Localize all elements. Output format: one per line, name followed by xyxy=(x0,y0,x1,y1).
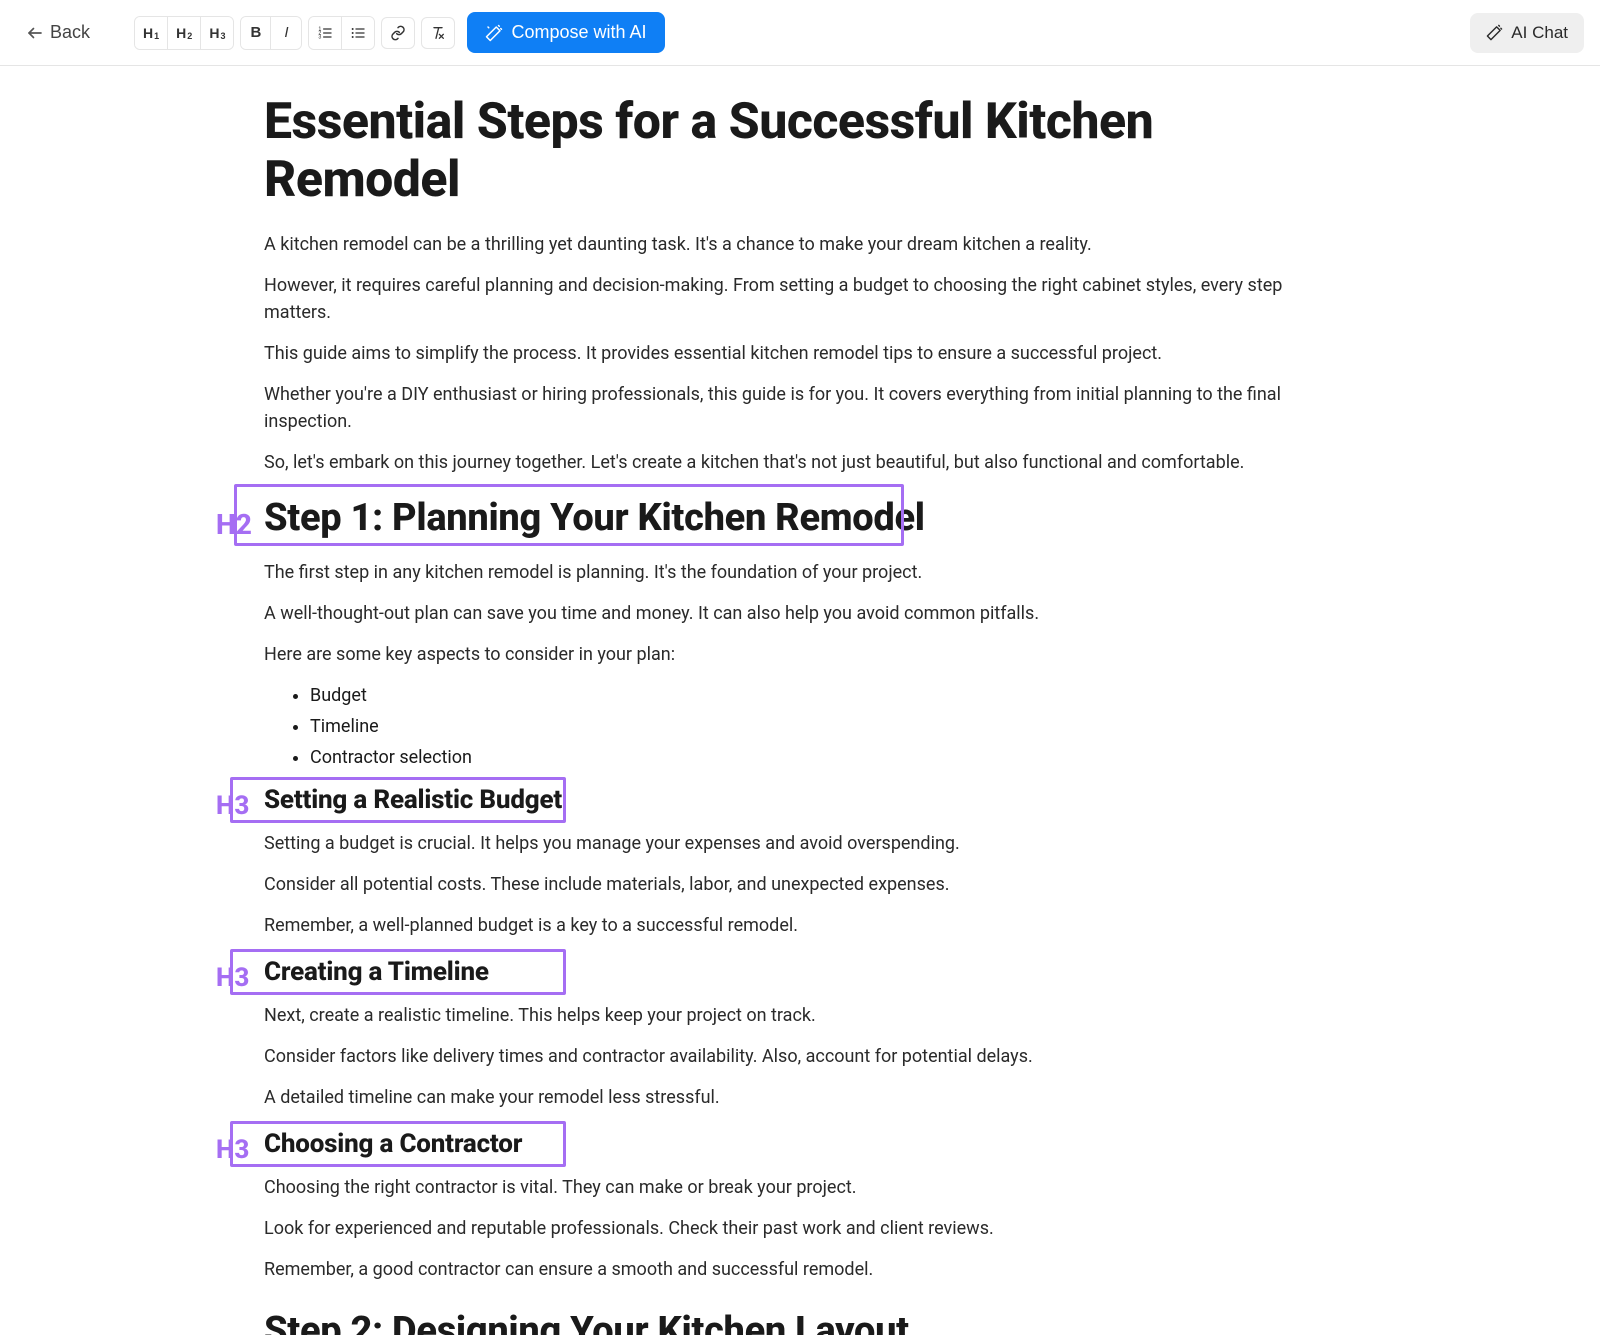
ordered-list-icon: 123 xyxy=(317,25,333,41)
format-group: B I xyxy=(240,16,302,50)
annotation-box xyxy=(234,484,904,546)
unordered-list-icon xyxy=(350,25,366,41)
list-item: Contractor selection xyxy=(310,744,1336,771)
document-content[interactable]: Essential Steps for a Successful Kitchen… xyxy=(240,66,1360,1335)
back-button[interactable]: Back xyxy=(16,16,100,49)
magic-wand-icon xyxy=(485,24,503,42)
heading-group: H1 H2 H3 xyxy=(134,16,234,50)
paragraph: Consider factors like delivery times and… xyxy=(264,1043,1336,1070)
paragraph: Consider all potential costs. These incl… xyxy=(264,871,1336,898)
link-button[interactable] xyxy=(381,17,415,49)
compose-label: Compose with AI xyxy=(511,22,646,43)
h2-button[interactable]: H2 xyxy=(168,17,201,49)
page-title: Essential Steps for a Successful Kitchen… xyxy=(264,94,1336,209)
ai-chat-label: AI Chat xyxy=(1511,23,1568,43)
ai-chat-button[interactable]: AI Chat xyxy=(1470,13,1584,53)
unordered-list-button[interactable] xyxy=(342,17,374,49)
svg-text:3: 3 xyxy=(319,34,322,40)
annotation-box xyxy=(230,1121,566,1167)
ordered-list-button[interactable]: 123 xyxy=(309,17,342,49)
bold-button[interactable]: B xyxy=(241,17,271,49)
paragraph: Whether you're a DIY enthusiast or hirin… xyxy=(264,381,1336,435)
heading-annotation: H3 Setting a Realistic Budget xyxy=(264,781,1336,820)
paragraph: So, let's embark on this journey togethe… xyxy=(264,449,1336,476)
magic-wand-icon xyxy=(1486,24,1503,41)
paragraph: A detailed timeline can make your remode… xyxy=(264,1084,1336,1111)
paragraph: A kitchen remodel can be a thrilling yet… xyxy=(264,231,1336,258)
heading-annotation: H3 Choosing a Contractor xyxy=(264,1125,1336,1164)
link-icon xyxy=(390,25,406,41)
arrow-left-icon xyxy=(26,24,44,42)
list-item: Budget xyxy=(310,682,1336,709)
toolbar: Back H1 H2 H3 B I 123 xyxy=(0,0,1600,66)
heading-annotation: H3 Creating a Timeline xyxy=(264,953,1336,992)
heading-annotation: H2 Step 1: Planning Your Kitchen Remodel xyxy=(264,490,1336,547)
paragraph: This guide aims to simplify the process.… xyxy=(264,340,1336,367)
paragraph: However, it requires careful planning an… xyxy=(264,272,1336,326)
compose-ai-button[interactable]: Compose with AI xyxy=(467,12,664,53)
paragraph: Remember, a good contractor can ensure a… xyxy=(264,1256,1336,1283)
paragraph: Here are some key aspects to consider in… xyxy=(264,641,1336,668)
h1-button[interactable]: H1 xyxy=(135,17,168,49)
bullet-list: Budget Timeline Contractor selection xyxy=(310,682,1336,771)
paragraph: Choosing the right contractor is vital. … xyxy=(264,1174,1336,1201)
back-label: Back xyxy=(50,22,90,43)
paragraph: Look for experienced and reputable profe… xyxy=(264,1215,1336,1242)
clear-format-button[interactable] xyxy=(421,17,455,49)
h2-heading: Step 2: Designing Your Kitchen Layout xyxy=(264,1303,1336,1335)
paragraph: The first step in any kitchen remodel is… xyxy=(264,559,1336,586)
annotation-box xyxy=(230,949,566,995)
clear-format-icon xyxy=(430,25,446,41)
paragraph: Remember, a well-planned budget is a key… xyxy=(264,912,1336,939)
paragraph: Next, create a realistic timeline. This … xyxy=(264,1002,1336,1029)
list-group: 123 xyxy=(308,16,375,50)
paragraph: A well-thought-out plan can save you tim… xyxy=(264,600,1336,627)
h3-button[interactable]: H3 xyxy=(201,17,233,49)
list-item: Timeline xyxy=(310,713,1336,740)
annotation-box xyxy=(230,777,566,823)
paragraph: Setting a budget is crucial. It helps yo… xyxy=(264,830,1336,857)
italic-button[interactable]: I xyxy=(271,17,301,49)
